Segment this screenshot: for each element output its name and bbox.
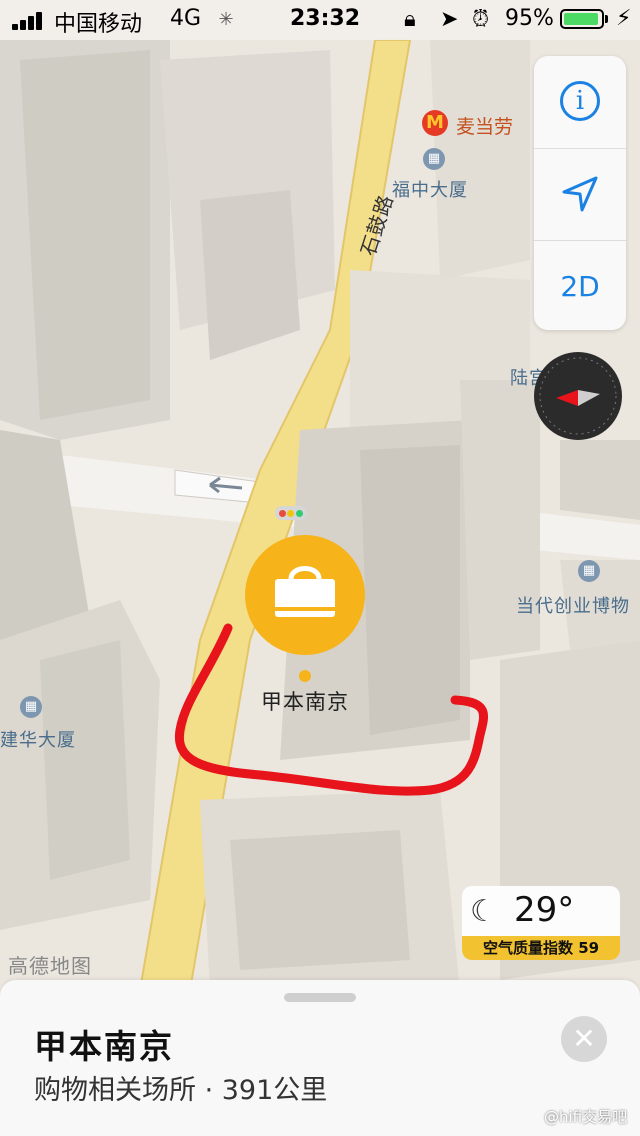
sheet-grabber[interactable]: [284, 993, 356, 1002]
temperature: 29°: [514, 890, 575, 930]
poi-label-mcdonalds[interactable]: 麦当劳: [456, 112, 513, 139]
battery-percent: 95%: [505, 6, 554, 31]
traffic-light-icon: [275, 506, 307, 520]
status-bar: 中国移动 4G ✳ 23:32 🔒︎ ➤ ⏰︎ 95% ⚡︎: [0, 0, 640, 40]
info-icon: i: [560, 81, 600, 121]
battery-tip: [605, 15, 608, 23]
alarm-icon: ⏰︎: [472, 7, 490, 32]
compass-icon: [539, 357, 617, 435]
poi-label-jianhua[interactable]: 建华大厦: [0, 726, 76, 752]
charging-icon: ⚡︎: [616, 6, 632, 31]
map-mode-button[interactable]: 2D: [534, 240, 626, 331]
place-pin[interactable]: [245, 535, 365, 655]
compass-button[interactable]: [534, 352, 622, 440]
museum-icon[interactable]: ▦: [578, 560, 600, 582]
building-icon[interactable]: ▦: [20, 696, 42, 718]
watermark-credit: @hifi交易吧: [544, 1108, 628, 1126]
poi-label-museum[interactable]: 当代创业博物: [516, 592, 630, 618]
map-controls: i 2D: [534, 56, 626, 330]
building-icon[interactable]: ▦: [423, 148, 445, 170]
info-button[interactable]: i: [534, 56, 626, 146]
map-mode-label: 2D: [560, 269, 600, 303]
locate-button[interactable]: [534, 148, 626, 239]
battery-icon: [560, 9, 604, 29]
carrier-name: 中国移动: [54, 12, 143, 37]
network-type: 4G: [170, 6, 202, 31]
clock: 23:32: [290, 6, 361, 31]
aqi-value: 59: [578, 939, 600, 957]
location-arrow-icon: ➤: [440, 7, 459, 32]
close-button[interactable]: ✕: [561, 1016, 607, 1062]
mcdonalds-icon[interactable]: M: [422, 110, 448, 136]
signal-icon: [12, 10, 48, 30]
poi-label-fuzhong[interactable]: 福中大厦: [392, 176, 468, 202]
place-title: 甲本南京: [34, 1027, 174, 1066]
moon-stars-icon: ☾: [470, 894, 497, 929]
place-subtitle: 购物相关场所 · 391公里: [34, 1075, 328, 1106]
map-attribution: 高德地图: [8, 954, 92, 978]
aqi-badge: 空气质量指数 59: [462, 936, 620, 960]
loading-icon: ✳: [218, 9, 234, 30]
pin-label[interactable]: 甲本南京: [240, 686, 370, 716]
weather-widget[interactable]: ☾ 29° 空气质量指数 59: [462, 886, 620, 960]
orientation-lock-icon: 🔒︎: [404, 7, 416, 32]
aqi-label: 空气质量指数: [482, 939, 573, 957]
shopping-bag-icon: [275, 566, 335, 617]
pin-anchor: [299, 670, 311, 682]
location-arrow-icon: [562, 176, 598, 212]
